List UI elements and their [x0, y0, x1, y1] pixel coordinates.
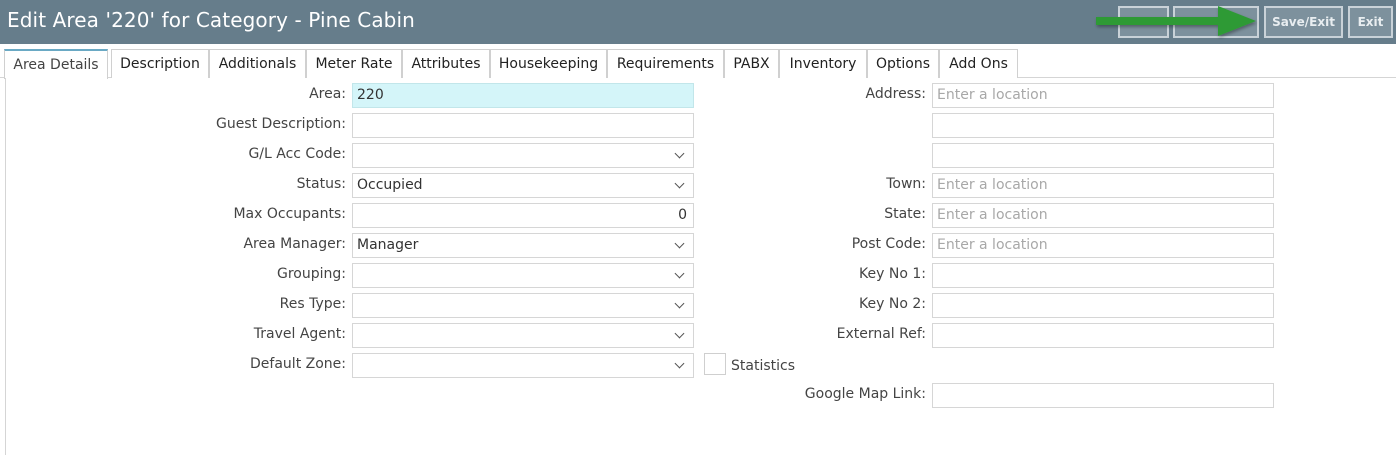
address-label: Address: — [865, 86, 926, 102]
status-select[interactable]: Occupied — [352, 173, 694, 198]
gl-acc-code-label: G/L Acc Code: — [248, 146, 346, 162]
gl-acc-code-select[interactable] — [352, 143, 694, 168]
tab-bar: Area Details Description Additionals Met… — [0, 49, 1396, 79]
address-input-2[interactable] — [932, 113, 1274, 138]
tab-attributes[interactable]: Attributes — [402, 49, 490, 78]
statistics-label: Statistics — [731, 358, 795, 374]
key-no-1-input[interactable] — [932, 263, 1274, 288]
status-label: Status: — [296, 176, 346, 192]
guest-description-input[interactable] — [352, 113, 694, 138]
chevron-down-icon — [674, 358, 685, 369]
chevron-down-icon — [674, 238, 685, 249]
key-no-2-label: Key No 2: — [859, 296, 926, 312]
area-manager-value: Manager — [357, 237, 419, 253]
tab-inventory[interactable]: Inventory — [779, 49, 867, 78]
area-input[interactable]: 220 — [352, 83, 694, 108]
town-input[interactable]: Enter a location — [932, 173, 1274, 198]
tab-additionals[interactable]: Additionals — [209, 49, 306, 78]
green-arrow-icon — [1096, 6, 1256, 36]
chevron-down-icon — [674, 178, 685, 189]
tab-description[interactable]: Description — [111, 49, 209, 78]
res-type-label: Res Type: — [279, 296, 346, 312]
state-input[interactable]: Enter a location — [932, 203, 1274, 228]
tab-meter-rate[interactable]: Meter Rate — [306, 49, 402, 78]
tab-add-ons[interactable]: Add Ons — [939, 49, 1018, 78]
save-exit-button[interactable]: Save/Exit — [1264, 6, 1343, 38]
chevron-down-icon — [674, 268, 685, 279]
chevron-down-icon — [674, 298, 685, 309]
post-code-input[interactable]: Enter a location — [932, 233, 1274, 258]
tab-area-details[interactable]: Area Details — [4, 49, 108, 79]
address-input-1[interactable]: Enter a location — [932, 83, 1274, 108]
exit-button[interactable]: Exit — [1348, 6, 1393, 38]
statistics-checkbox[interactable] — [704, 353, 726, 375]
address-input-3[interactable] — [932, 143, 1274, 168]
max-occupants-label: Max Occupants: — [233, 206, 346, 222]
chevron-down-icon — [674, 148, 685, 159]
tab-requirements[interactable]: Requirements — [607, 49, 724, 78]
grouping-select[interactable] — [352, 263, 694, 288]
travel-agent-label: Travel Agent: — [253, 326, 346, 342]
area-label: Area: — [309, 86, 346, 102]
page-title: Edit Area '220' for Category - Pine Cabi… — [7, 8, 415, 32]
tab-housekeeping[interactable]: Housekeeping — [490, 49, 607, 78]
key-no-2-input[interactable] — [932, 293, 1274, 318]
town-label: Town: — [886, 176, 926, 192]
status-value: Occupied — [357, 177, 423, 193]
google-map-link-input[interactable] — [932, 383, 1274, 408]
default-zone-select[interactable] — [352, 353, 694, 378]
google-map-link-label: Google Map Link: — [804, 386, 926, 402]
max-occupants-input[interactable]: 0 — [352, 203, 694, 228]
key-no-1-label: Key No 1: — [859, 266, 926, 282]
res-type-select[interactable] — [352, 293, 694, 318]
page-header: Edit Area '220' for Category - Pine Cabi… — [0, 0, 1396, 44]
area-manager-select[interactable]: Manager — [352, 233, 694, 258]
default-zone-label: Default Zone: — [250, 356, 346, 372]
state-label: State: — [884, 206, 926, 222]
travel-agent-select[interactable] — [352, 323, 694, 348]
grouping-label: Grouping: — [277, 266, 346, 282]
chevron-down-icon — [674, 328, 685, 339]
external-ref-input[interactable] — [932, 323, 1274, 348]
guest-description-label: Guest Description: — [215, 116, 346, 132]
tab-pabx[interactable]: PABX — [724, 49, 779, 78]
post-code-label: Post Code: — [851, 236, 926, 252]
external-ref-label: External Ref: — [836, 326, 926, 342]
tab-options[interactable]: Options — [867, 49, 939, 78]
area-manager-label: Area Manager: — [243, 236, 346, 252]
